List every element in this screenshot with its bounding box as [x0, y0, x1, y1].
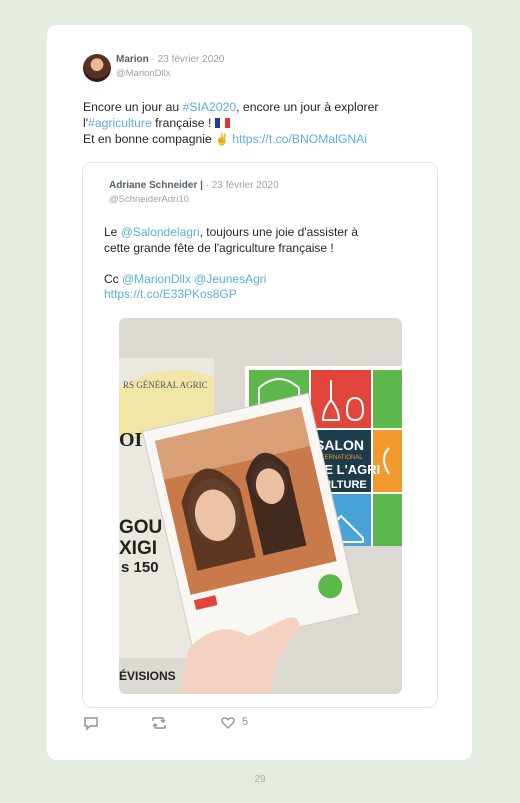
quoted-author-name[interactable]: Adriane Schneider |: [109, 180, 203, 191]
hashtag-link[interactable]: #agriculture: [88, 116, 152, 130]
quoted-link[interactable]: https://t.co/E33PKos8GP: [104, 287, 237, 301]
author-name[interactable]: Marion: [116, 54, 149, 65]
retweet-icon[interactable]: [150, 715, 168, 736]
poster-text: OI: [119, 429, 143, 451]
hashtag-link[interactable]: #SIA2020: [183, 100, 237, 114]
tweet-text-part: Et en bonne compagnie: [83, 132, 216, 146]
page-number: 29: [254, 774, 266, 785]
reply-icon[interactable]: [83, 715, 99, 736]
tweet-text-part: française !: [151, 116, 215, 130]
quoted-tweet[interactable]: Adriane Schneider | · 23 février 2020 @S…: [82, 162, 438, 708]
like-heart-icon[interactable]: [220, 715, 236, 736]
quoted-date[interactable]: 23 février 2020: [212, 180, 279, 191]
french-flag-icon: [214, 118, 230, 128]
quoted-text-part: cette grande fête de l'agriculture franç…: [104, 240, 334, 255]
tweet-actions: 5: [83, 715, 383, 735]
mention-link[interactable]: @MarionDllx: [122, 272, 191, 286]
quoted-text-part: , toujours une joie d'assister à: [199, 225, 358, 239]
sign-text: SALON: [315, 437, 364, 453]
tweet-text-part: Encore un jour au: [83, 100, 183, 114]
photo-illustration: RS GÉNÉRAL AGRIC OI GOU XIGI s 150 SALON…: [119, 318, 402, 694]
tweet-text-part: , encore un jour à explorer: [236, 100, 379, 114]
mention-link[interactable]: @JeunesAgri: [194, 272, 266, 286]
mention-link[interactable]: @Salondelagri: [121, 225, 200, 239]
poster-text: XIGI: [119, 538, 157, 559]
poster-bottom-text: ÉVISIONS: [119, 668, 176, 683]
poster-text: GOU: [119, 517, 162, 538]
tweet-card: Marion · 23 février 2020 @MarionDllx Enc…: [47, 25, 472, 760]
tweet-date[interactable]: 23 février 2020: [158, 54, 225, 65]
like-count: 5: [242, 716, 249, 728]
tweet-photo[interactable]: RS GÉNÉRAL AGRIC OI GOU XIGI s 150 SALON…: [119, 318, 402, 694]
quoted-handle[interactable]: @SchneiderAdri10: [109, 194, 189, 205]
poster-top-text: RS GÉNÉRAL AGRIC: [123, 380, 208, 390]
quoted-text-part: Cc: [104, 271, 122, 286]
tweet-text: Encore un jour au #SIA2020, encore un jo…: [83, 99, 443, 148]
tweet-author-line: Marion · 23 février 2020: [116, 54, 224, 65]
tweet-link[interactable]: https://t.co/BNOMalGNAi: [232, 132, 367, 146]
avatar[interactable]: [83, 54, 111, 82]
quoted-text: Le @Salondelagri, toujours une joie d'as…: [104, 225, 414, 303]
author-handle[interactable]: @MarionDllx: [116, 68, 171, 79]
quoted-author-line: Adriane Schneider | · 23 février 2020: [109, 180, 279, 191]
date-separator: ·: [148, 54, 158, 65]
quoted-text-part: Le: [104, 225, 121, 239]
poster-text: s 150: [121, 559, 159, 576]
victory-hand-icon: ✌: [215, 134, 229, 146]
date-separator: ·: [202, 180, 212, 191]
